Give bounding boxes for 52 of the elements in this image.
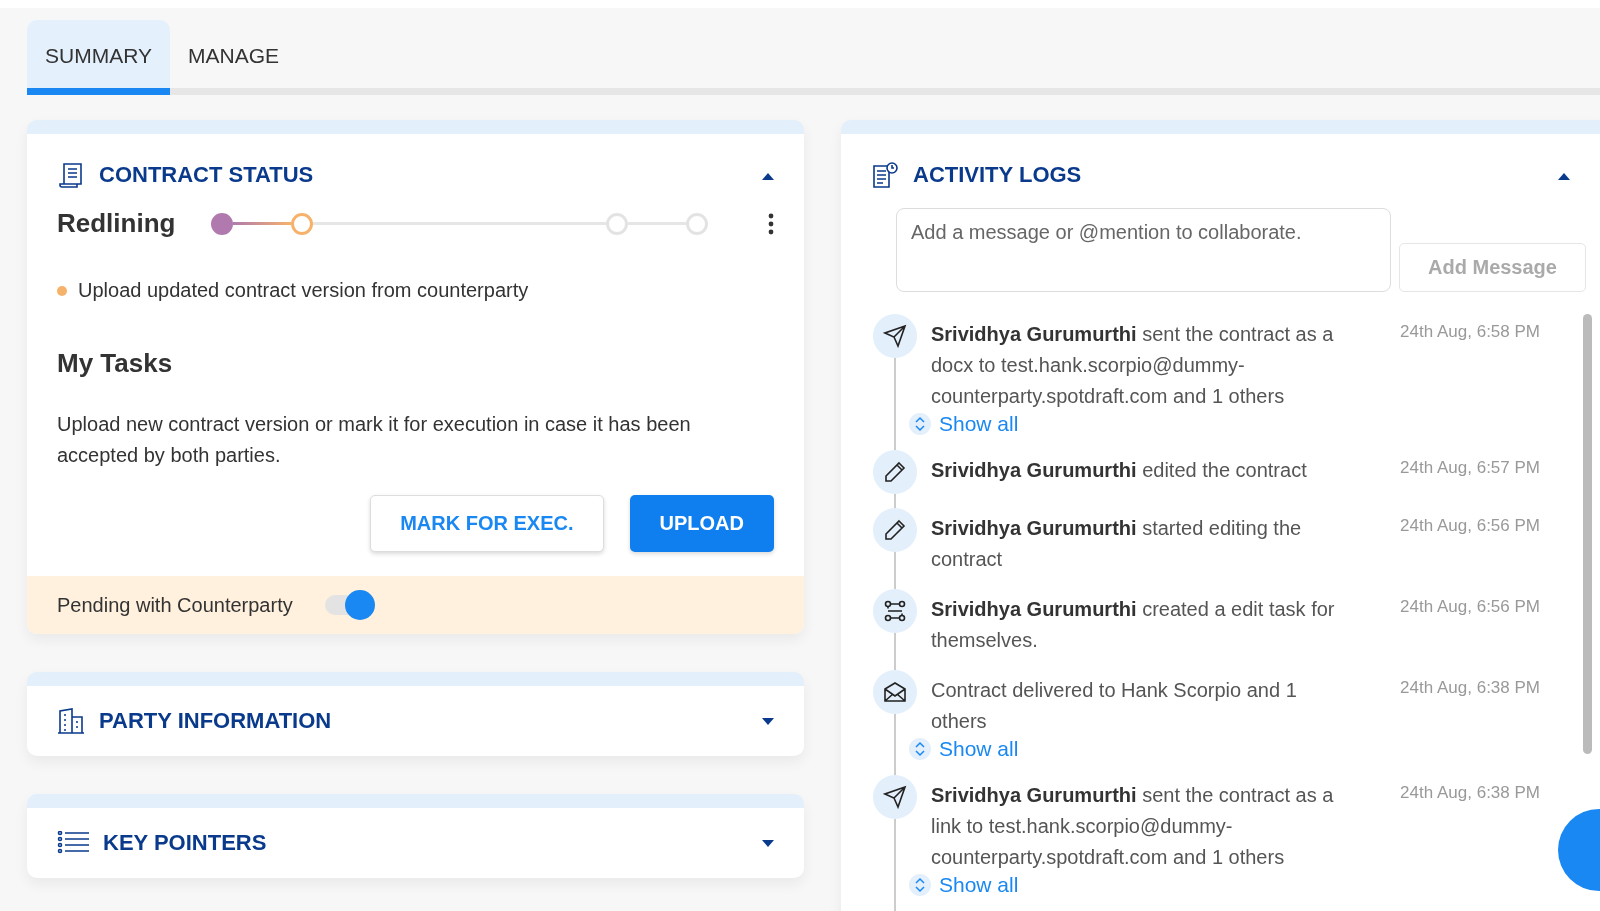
- pending-label: Pending with Counterparty: [57, 592, 293, 618]
- add-message-button[interactable]: Add Message: [1399, 243, 1586, 292]
- caret-down-icon[interactable]: [762, 840, 774, 848]
- status-dot: [57, 285, 67, 296]
- activity-time: 24th Aug, 6:56 PM: [1399, 596, 1540, 618]
- activity-time: 24th Aug, 6:56 PM: [1399, 515, 1540, 537]
- upload-button[interactable]: UPLOAD: [629, 495, 774, 552]
- step-dot: [211, 212, 233, 235]
- expand-icon[interactable]: [909, 738, 931, 760]
- activity-text: Srividhya Gurumurthi edited the contract: [931, 458, 1308, 483]
- tab[interactable]: SUMMARY: [27, 20, 170, 95]
- activity-text: Srividhya Gurumurthi sent the contract as a link to test.hank.scorpio@dummy-counterparty.spotdraft.com and 1 others: [931, 783, 1335, 870]
- more-icon[interactable]: [768, 212, 774, 235]
- caret-down-icon[interactable]: [762, 718, 774, 726]
- tasks-description: Upload new contract version or mark it for execution in case it has been accepted by both parties.: [57, 412, 692, 468]
- caret-up-icon[interactable]: [762, 172, 774, 180]
- pencil-icon: [883, 460, 907, 484]
- workflow-icon: [883, 599, 907, 623]
- next-action-text: Upload updated contract version from counterparty: [78, 278, 529, 303]
- show-all-link[interactable]: Show all: [939, 873, 1019, 897]
- building-icon: [57, 707, 85, 735]
- activity-text: Contract delivered to Hank Scorpio and 1 others: [931, 678, 1298, 734]
- section-title: CONTRACT STATUS: [99, 162, 315, 188]
- activity-time: 24th Aug, 6:38 PM: [1399, 782, 1540, 804]
- pencil-icon: [883, 518, 907, 542]
- activity-text: Srividhya Gurumurthi created a edit task for themselves.: [931, 597, 1336, 653]
- message-field[interactable]: Add a message or @mention to collaborate.: [896, 208, 1391, 292]
- tab[interactable]: MANAGE: [169, 20, 297, 95]
- tasks-heading: My Tasks: [57, 348, 174, 379]
- list-icon: [57, 831, 89, 855]
- expand-icon[interactable]: [909, 413, 931, 435]
- send-icon: [883, 785, 907, 809]
- send-icon: [883, 324, 907, 348]
- activity-text: Srividhya Gurumurthi sent the contract as a docx to test.hank.scorpio@dummy-counterparty.spotdraft.com and 1 others: [931, 322, 1335, 409]
- document-icon: [57, 161, 85, 189]
- expand-icon[interactable]: [909, 874, 931, 896]
- stage-label: Redlining: [57, 208, 175, 239]
- section-title: KEY POINTERS: [103, 830, 268, 856]
- activity-time: 24th Aug, 6:38 PM: [1399, 677, 1540, 699]
- section-title: PARTY INFORMATION: [99, 708, 333, 734]
- activity-time: 24th Aug, 6:58 PM: [1399, 321, 1540, 343]
- activity-time: 24th Aug, 6:57 PM: [1399, 457, 1540, 479]
- section-title: ACTIVITY LOGS: [913, 162, 1083, 188]
- show-all-link[interactable]: Show all: [939, 737, 1019, 761]
- scrollbar[interactable]: [1583, 314, 1592, 754]
- step-dot: [291, 212, 314, 235]
- envelope-icon: [883, 680, 907, 704]
- mark-button[interactable]: MARK FOR EXEC.: [370, 495, 604, 552]
- log-icon: [871, 161, 899, 189]
- caret-up-icon[interactable]: [1558, 172, 1570, 180]
- activity-text: Srividhya Gurumurthi started editing the contract: [931, 516, 1303, 572]
- show-all-link[interactable]: Show all: [939, 412, 1019, 436]
